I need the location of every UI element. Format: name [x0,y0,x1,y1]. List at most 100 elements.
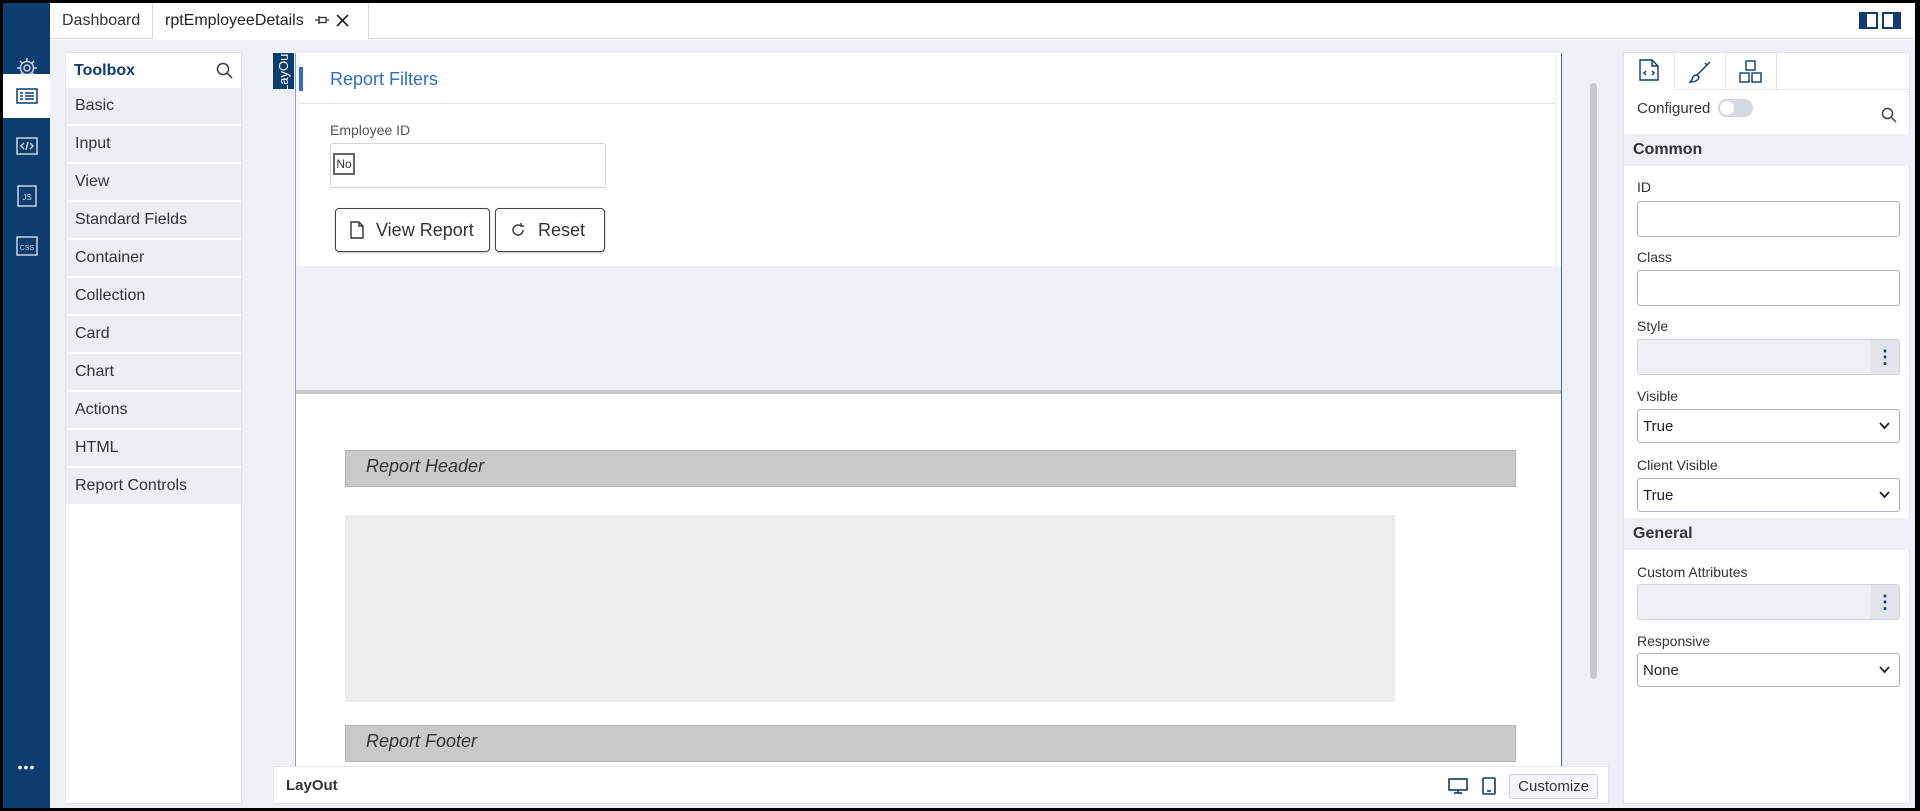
canvas-spacer [296,266,1561,394]
toolbox-area: Toolbox Basic Input View Standard Fields… [50,40,258,808]
properties-panel: Configured Common ID Class Style ⋮ Visib… [1623,52,1911,804]
chevron-down-icon [1879,666,1890,674]
code-button[interactable] [3,124,50,168]
pin-icon[interactable] [314,14,330,29]
reset-label: Reset [538,219,586,240]
id-field[interactable] [1637,201,1900,237]
css-button[interactable]: CSS [3,224,50,268]
design-canvas[interactable]: Report Filters Employee ID No View Repor… [295,53,1562,771]
responsive-select[interactable]: None [1637,653,1900,687]
search-icon[interactable] [1881,107,1897,123]
properties-tabs [1624,53,1909,90]
employee-id-checkbox[interactable]: No [333,153,355,175]
toolbox-item-standard-fields[interactable]: Standard Fields [66,202,241,238]
layout-button[interactable] [3,74,50,118]
tab-style[interactable] [1675,53,1726,90]
toggle-left-panel-icon[interactable] [1859,12,1878,29]
report-header-band[interactable]: Report Header [345,450,1516,487]
properties-area: Configured Common ID Class Style ⋮ Visib… [1623,40,1915,808]
more-icon: ••• [17,759,36,775]
toolbox: Toolbox Basic Input View Standard Fields… [65,52,242,804]
tab-properties[interactable] [1624,53,1675,90]
divider [299,103,1555,104]
canvas-scrollbar[interactable] [1590,83,1597,679]
style-label: Style [1637,318,1669,334]
js-button[interactable]: JS [3,174,50,218]
employee-id-field[interactable]: No [330,143,606,188]
app-window: JS CSS ••• Dashboard rptEmployeeDetails [3,3,1915,808]
toolbox-item-actions[interactable]: Actions [66,392,241,428]
view-report-label: View Report [376,219,474,240]
custom-attributes-field[interactable]: ⋮ [1637,584,1900,620]
toolbox-item-card[interactable]: Card [66,316,241,352]
layout-icon [15,88,38,104]
view-report-button[interactable]: View Report [335,208,490,252]
client-visible-select[interactable]: True [1637,478,1900,512]
class-field[interactable] [1637,270,1900,306]
employee-id-label: Employee ID [330,122,411,138]
custom-attributes-label: Custom Attributes [1637,564,1748,580]
style-field[interactable]: ⋮ [1637,339,1900,375]
visible-value: True [1643,417,1674,435]
tab-dashboard[interactable]: Dashboard [50,3,153,39]
chevron-down-icon [1879,422,1890,430]
svg-text:CSS: CSS [19,245,34,252]
toolbox-item-chart[interactable]: Chart [66,354,241,390]
id-label: ID [1637,179,1651,195]
tab-bar: Dashboard rptEmployeeDetails [50,3,1915,39]
js-icon: JS [16,185,37,207]
components-icon [1739,59,1762,83]
layout-vertical-tab[interactable]: LayOut [273,53,294,89]
report-body-area[interactable] [345,515,1395,702]
status-label: LayOut [286,776,338,794]
svg-text:JS: JS [22,193,31,202]
section-general[interactable]: General [1624,518,1911,550]
customize-button[interactable]: Customize [1509,774,1598,799]
report-filters-title: Report Filters [299,67,438,91]
panel-toggles [1859,12,1901,29]
chevron-down-icon [1879,491,1890,499]
tablet-icon[interactable] [1482,777,1496,795]
status-bar: LayOut Customize [273,766,1609,804]
toolbox-title: Toolbox [74,61,136,79]
client-visible-value: True [1643,486,1674,504]
toolbox-item-basic[interactable]: Basic [66,88,241,124]
visible-select[interactable]: True [1637,409,1900,443]
more-button[interactable]: ••• [3,745,50,789]
more-vertical-icon[interactable]: ⋮ [1871,340,1899,374]
report-filters-panel[interactable]: Report Filters Employee ID No View Repor… [299,53,1555,266]
refresh-icon [512,223,524,236]
toolbox-item-collection[interactable]: Collection [66,278,241,314]
toolbox-item-container[interactable]: Container [66,240,241,276]
toolbox-header: Toolbox [66,53,241,88]
visible-label: Visible [1637,388,1678,404]
client-visible-label: Client Visible [1637,457,1718,473]
reset-button[interactable]: Reset [495,208,605,252]
toolbox-item-view[interactable]: View [66,164,241,200]
toolbox-item-report-controls[interactable]: Report Controls [66,468,241,504]
brush-icon [1688,61,1711,83]
class-label: Class [1637,249,1673,265]
close-icon[interactable] [336,11,349,32]
code-icon [15,137,38,155]
tab-rpt-employee-details[interactable]: rptEmployeeDetails [153,3,369,39]
toolbox-item-input[interactable]: Input [66,126,241,162]
toolbox-item-html[interactable]: HTML [66,430,241,466]
configured-row: Configured [1637,99,1754,117]
tab-label: rptEmployeeDetails [165,12,304,29]
section-common[interactable]: Common [1624,134,1911,166]
css-icon: CSS [15,236,38,256]
design-canvas-area: LayOut Report Filters Employee ID No Vie… [258,40,1623,808]
desktop-icon[interactable] [1448,778,1468,794]
configured-toggle[interactable] [1718,99,1754,117]
report-footer-band[interactable]: Report Footer [345,725,1516,762]
more-vertical-icon[interactable]: ⋮ [1871,585,1899,619]
search-icon[interactable] [216,62,233,79]
tab-components[interactable] [1726,53,1777,90]
left-rail: JS CSS ••• [3,3,50,808]
tab-label: Dashboard [62,12,141,29]
configured-label: Configured [1637,99,1711,117]
toggle-right-panel-icon[interactable] [1882,12,1901,29]
responsive-value: None [1643,661,1679,679]
responsive-label: Responsive [1637,633,1711,649]
